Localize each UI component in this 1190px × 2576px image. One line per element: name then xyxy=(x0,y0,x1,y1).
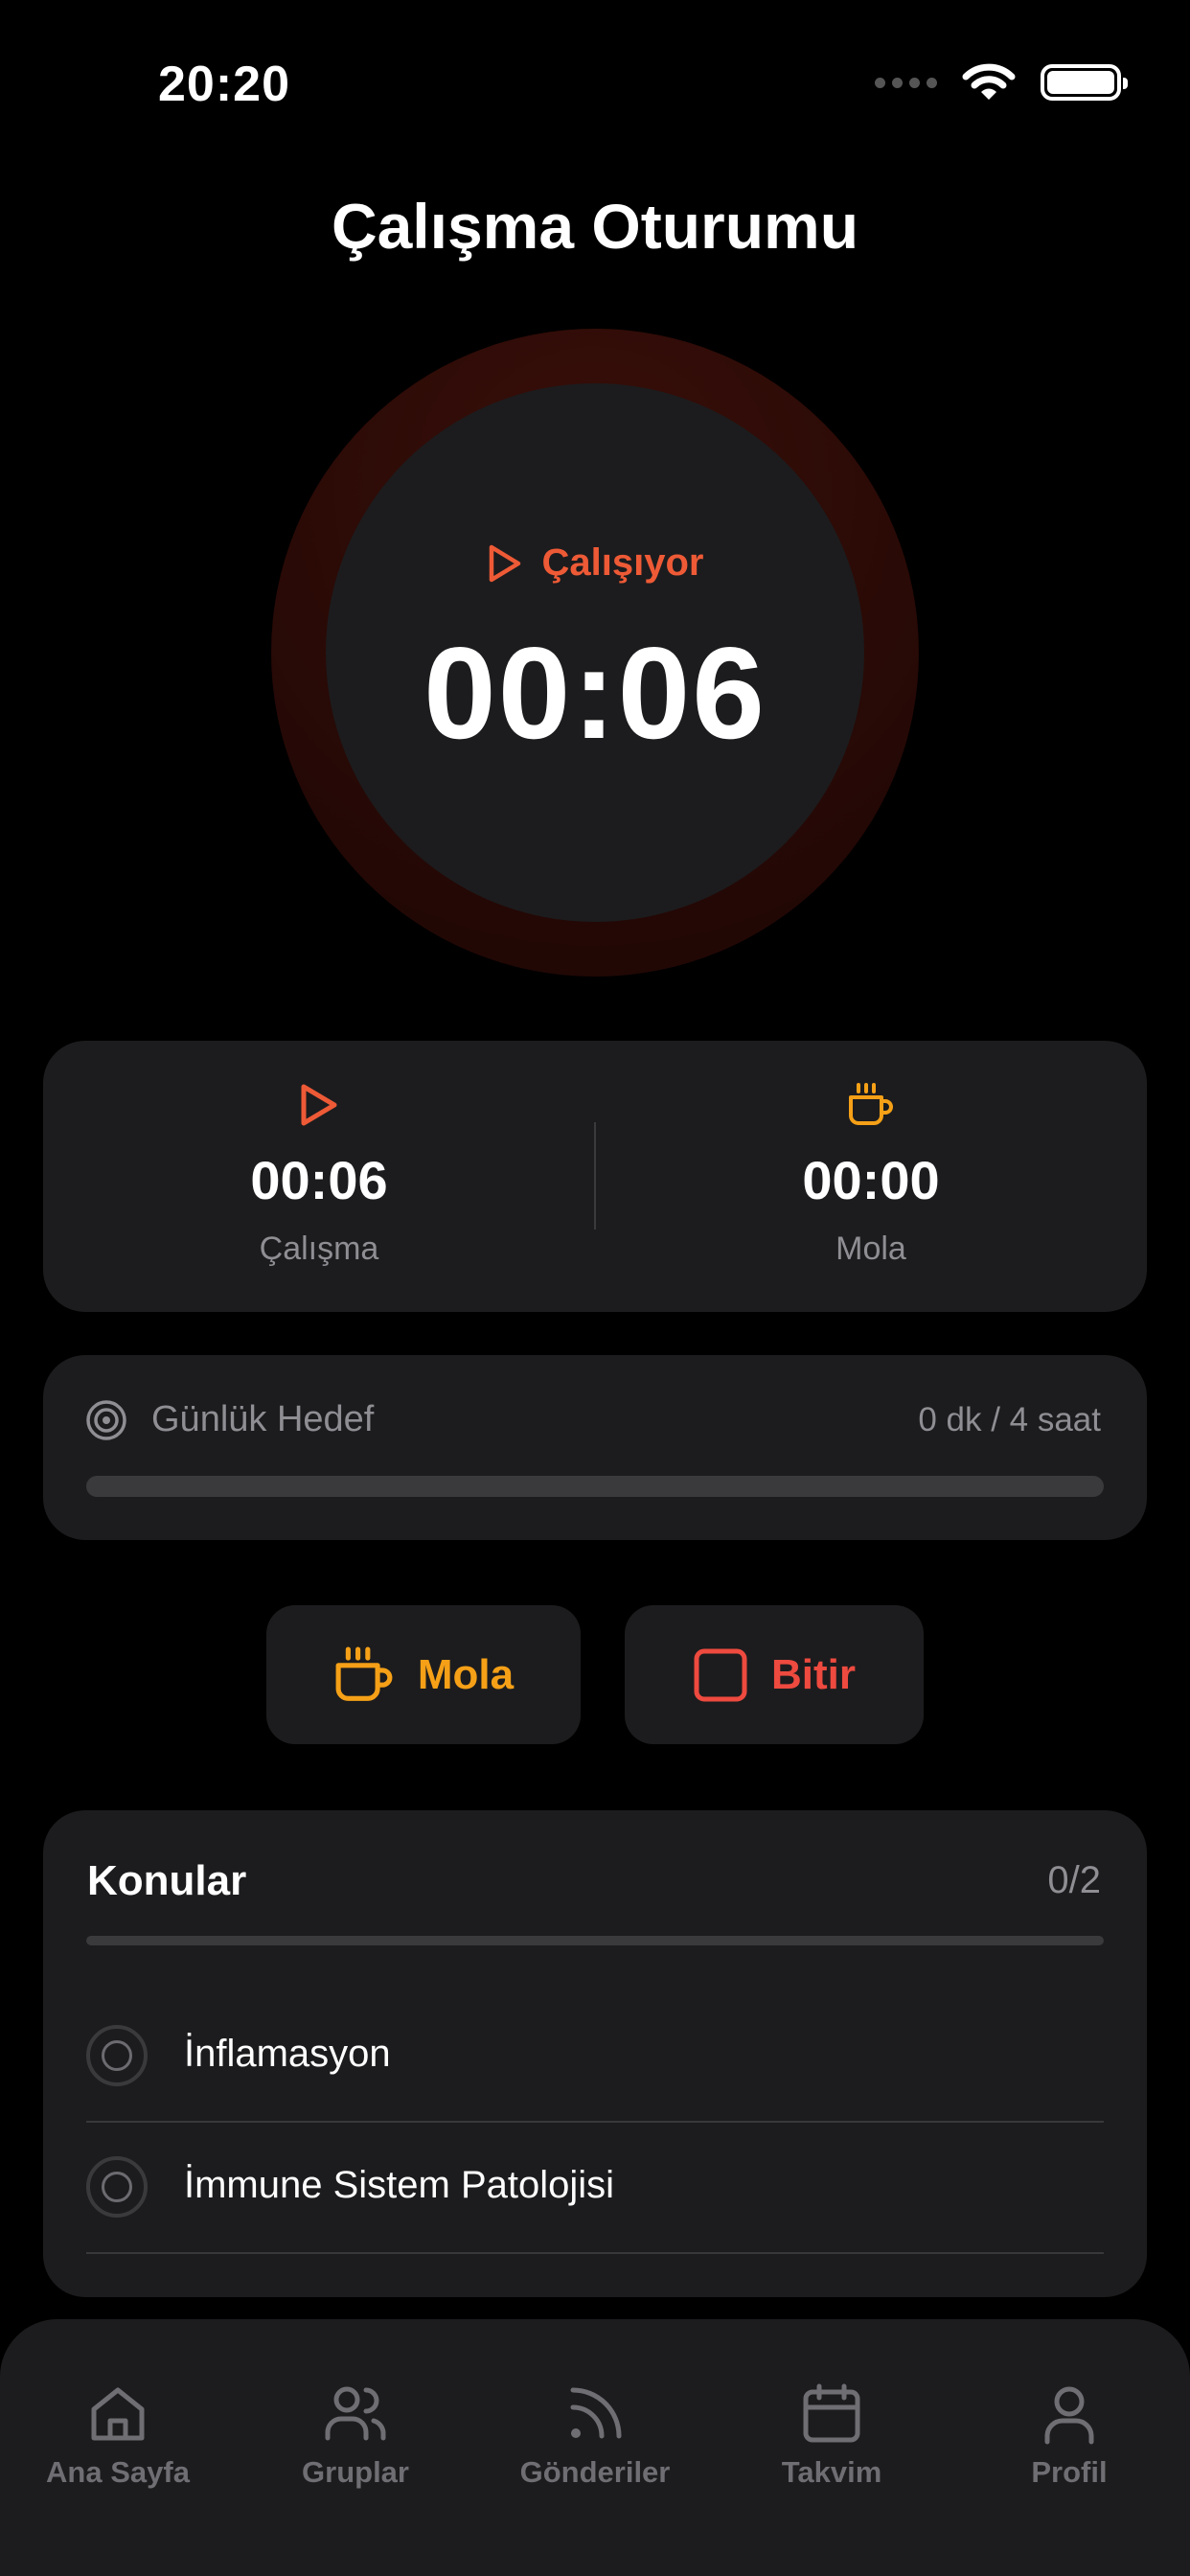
topic-name: İmmune Sistem Patolojisi xyxy=(184,2164,615,2206)
calendar-icon xyxy=(803,2383,860,2443)
tab-groups-label: Gruplar xyxy=(302,2455,409,2489)
tab-groups[interactable]: Gruplar xyxy=(250,2382,461,2490)
work-time-value: 00:06 xyxy=(250,1150,388,1210)
tab-posts[interactable]: Gönderiler xyxy=(490,2382,700,2490)
topic-item[interactable]: İmmune Sistem Patolojisi xyxy=(86,2122,1104,2254)
play-icon xyxy=(301,1084,337,1126)
work-time-label: Çalışma xyxy=(259,1230,379,1267)
status-icons xyxy=(875,63,1128,102)
timer-state: Çalışıyor xyxy=(0,541,1190,585)
user-icon xyxy=(1044,2386,1094,2445)
timer-state-label: Çalışıyor xyxy=(541,541,704,584)
timer-value: 00:06 xyxy=(423,620,767,766)
coffee-cup-icon xyxy=(335,1646,393,1701)
page-title: Çalışma Oturumu xyxy=(331,191,859,262)
tab-home-label: Ana Sayfa xyxy=(46,2455,190,2489)
wifi-icon xyxy=(962,63,1016,100)
stop-icon xyxy=(694,1648,747,1701)
signal-icon xyxy=(875,77,937,88)
topics-title: Konular xyxy=(87,1857,247,1904)
play-icon xyxy=(489,544,520,582)
daily-goal-progress-text: 0 dk / 4 saat xyxy=(918,1401,1101,1438)
tab-calendar[interactable]: Takvim xyxy=(726,2382,937,2490)
stats-divider xyxy=(594,1122,596,1230)
tab-profile-label: Profil xyxy=(1031,2455,1108,2489)
topic-name: İnflamasyon xyxy=(184,2033,391,2075)
finish-button[interactable]: Bitir xyxy=(625,1605,924,1744)
status-time: 20:20 xyxy=(158,57,290,112)
daily-goal-card xyxy=(43,1355,1147,1540)
daily-goal-title: Günlük Hedef xyxy=(151,1399,375,1439)
daily-goal-progress-bar xyxy=(86,1476,1104,1497)
topic-checkbox[interactable] xyxy=(86,2156,148,2218)
target-icon xyxy=(86,1400,126,1440)
break-time-label: Mola xyxy=(835,1230,906,1267)
tab-calendar-label: Takvim xyxy=(781,2455,882,2489)
battery-icon xyxy=(1041,64,1128,101)
break-button[interactable]: Mola xyxy=(266,1605,581,1744)
rss-feed-icon xyxy=(570,2387,622,2439)
break-stat: 00:00 Mola xyxy=(595,1041,1147,1312)
coffee-cup-icon xyxy=(849,1083,893,1125)
topics-progress-bar xyxy=(86,1936,1104,1945)
tab-home[interactable]: Ana Sayfa xyxy=(12,2382,223,2490)
topic-checkbox[interactable] xyxy=(86,2025,148,2086)
break-button-label: Mola xyxy=(417,1650,515,1698)
work-stat: 00:06 Çalışma xyxy=(43,1041,595,1312)
topic-item[interactable]: İnflamasyon xyxy=(86,1990,1104,2123)
tab-profile[interactable]: Profil xyxy=(964,2382,1175,2490)
home-icon xyxy=(91,2387,145,2441)
users-icon xyxy=(325,2386,386,2441)
topics-count: 0/2 xyxy=(1047,1859,1101,1901)
tab-posts-label: Gönderiler xyxy=(519,2455,671,2489)
break-time-value: 00:00 xyxy=(802,1150,940,1210)
finish-button-label: Bitir xyxy=(771,1650,856,1698)
